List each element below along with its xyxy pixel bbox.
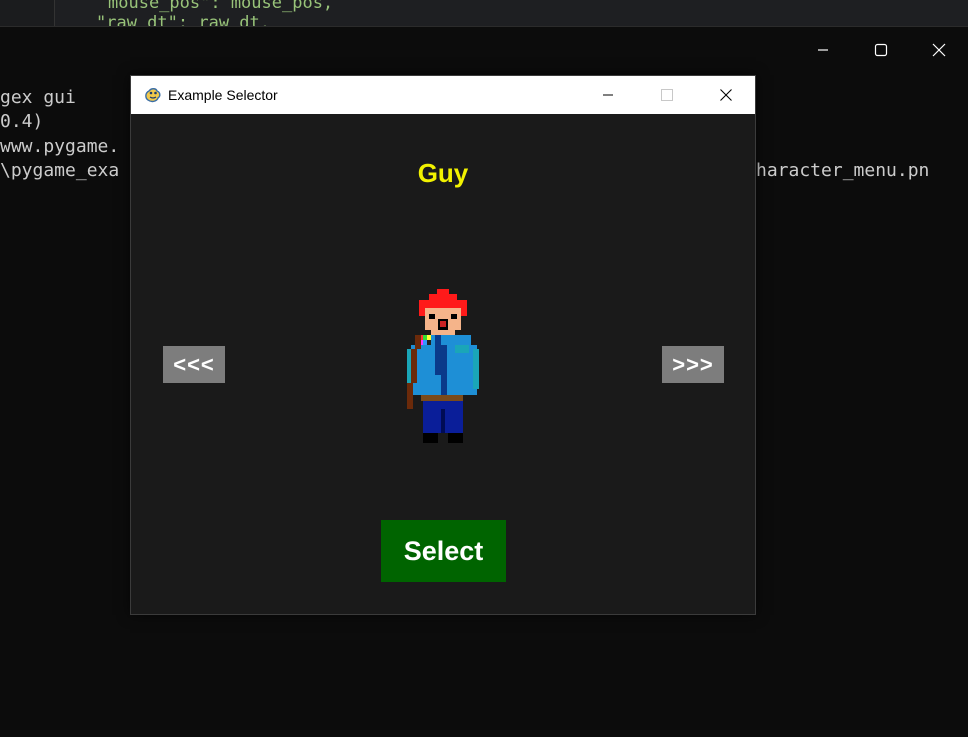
close-icon bbox=[719, 89, 732, 101]
select-button[interactable]: Select bbox=[381, 520, 506, 582]
close-button[interactable] bbox=[696, 76, 755, 114]
maximize-button bbox=[637, 76, 696, 114]
code-line: mouse_pos": mouse_pos, bbox=[108, 0, 334, 13]
character-name: Guy bbox=[417, 158, 469, 188]
close-icon bbox=[932, 43, 946, 57]
maximize-icon bbox=[874, 43, 888, 57]
pygame-snake-icon bbox=[145, 88, 161, 103]
character-sprite bbox=[407, 289, 479, 443]
minimize-icon bbox=[602, 94, 613, 96]
editor-gutter bbox=[0, 0, 55, 26]
window-title: Example Selector bbox=[168, 87, 278, 103]
terminal-line: gex gui bbox=[0, 87, 76, 108]
window-controls bbox=[578, 76, 755, 114]
previous-character-button[interactable]: <<< bbox=[163, 346, 225, 383]
window-titlebar[interactable]: Example Selector bbox=[131, 76, 755, 114]
terminal-close-button[interactable] bbox=[910, 27, 968, 73]
game-canvas[interactable]: Guy <<< >>> Select bbox=[131, 114, 755, 614]
code-editor-strip: mouse_pos": mouse_pos, "raw_dt": raw_dt, bbox=[0, 0, 968, 27]
terminal-line: \pygame_exa bbox=[0, 160, 120, 181]
terminal-maximize-button[interactable] bbox=[852, 27, 910, 73]
terminal-line: 0.4) bbox=[0, 111, 44, 132]
minimize-button[interactable] bbox=[578, 76, 637, 114]
minimize-icon bbox=[818, 49, 828, 51]
maximize-icon bbox=[660, 89, 673, 101]
next-character-button[interactable]: >>> bbox=[662, 346, 724, 383]
terminal-line: www.pygame. bbox=[0, 136, 120, 157]
terminal-line: haracter_menu.pn bbox=[756, 160, 930, 181]
example-selector-window: Example Selector Guy <<< >>> Select bbox=[130, 75, 756, 615]
terminal-minimize-button[interactable] bbox=[794, 27, 852, 73]
terminal-window-controls bbox=[794, 27, 968, 73]
code-line: "raw_dt": raw_dt, bbox=[96, 13, 270, 27]
